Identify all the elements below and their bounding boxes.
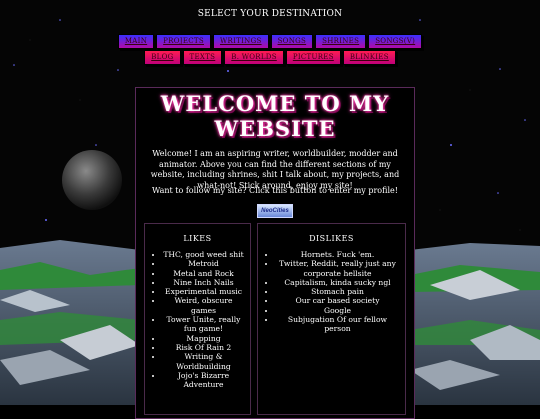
list-item: Google — [276, 306, 399, 315]
nav-title: SELECT YOUR DESTINATION — [197, 9, 343, 19]
list-item: Metroid — [163, 259, 244, 268]
dislikes-box: DISLIKES Hornets. Fuck 'em. Twitter, Red… — [257, 223, 406, 415]
list-item: Mapping — [163, 334, 244, 343]
list-item: Nine Inch Nails — [163, 278, 244, 287]
welcome-title: WELCOME TO MY WEBSITE — [160, 91, 390, 141]
nav-link-pictures[interactable]: PICTURES — [285, 50, 341, 65]
dislikes-list: Hornets. Fuck 'em. Twitter, Reddit, real… — [258, 250, 405, 334]
nav-link-blinkies[interactable]: BLINKIES — [342, 50, 396, 65]
nav-link-b-worlds[interactable]: B. WORLDS — [224, 50, 284, 65]
list-item: Weird, obscure games — [163, 296, 244, 315]
list-item: Twitter, Reddit, really just any corpora… — [276, 259, 399, 278]
list-item: Hornets. Fuck 'em. — [276, 250, 399, 259]
follow-prompt: Want to follow my site? Click this butto… — [152, 186, 398, 195]
list-item: Risk Of Rain 2 — [163, 343, 244, 352]
likes-list: THC, good weed shit Metroid Metal and Ro… — [145, 250, 250, 389]
list-item: Tower Unite, really fun game! — [163, 315, 244, 334]
nav-link-texts[interactable]: TEXTS — [182, 50, 223, 65]
list-item: Capitalism, kinda sucky ngl — [276, 278, 399, 287]
list-item: Metal and Rock — [163, 269, 244, 278]
list-item: Writing & Worldbuilding — [163, 352, 244, 371]
list-item: Our car based society — [276, 296, 399, 305]
list-item: Jojo's Bizarre Adventure — [163, 371, 244, 390]
neocities-follow-button[interactable]: NeoCities — [257, 204, 293, 218]
list-item: Subjugation Of our fellow person — [276, 315, 399, 334]
dislikes-heading: DISLIKES — [309, 234, 354, 243]
moon-planet — [62, 150, 122, 210]
nav-row-secondary: BLOG TEXTS B. WORLDS PICTURES BLINKIES — [0, 44, 540, 65]
list-item: Stomach pain — [276, 287, 399, 296]
likes-box: LIKES THC, good weed shit Metroid Metal … — [144, 223, 251, 415]
nav-link-blog[interactable]: BLOG — [144, 50, 181, 65]
welcome-intro-text: Welcome! I am an aspiring writer, worldb… — [150, 149, 400, 190]
likes-heading: LIKES — [183, 234, 212, 243]
list-item: Experimental music — [163, 287, 244, 296]
list-item: THC, good weed shit — [163, 250, 244, 259]
